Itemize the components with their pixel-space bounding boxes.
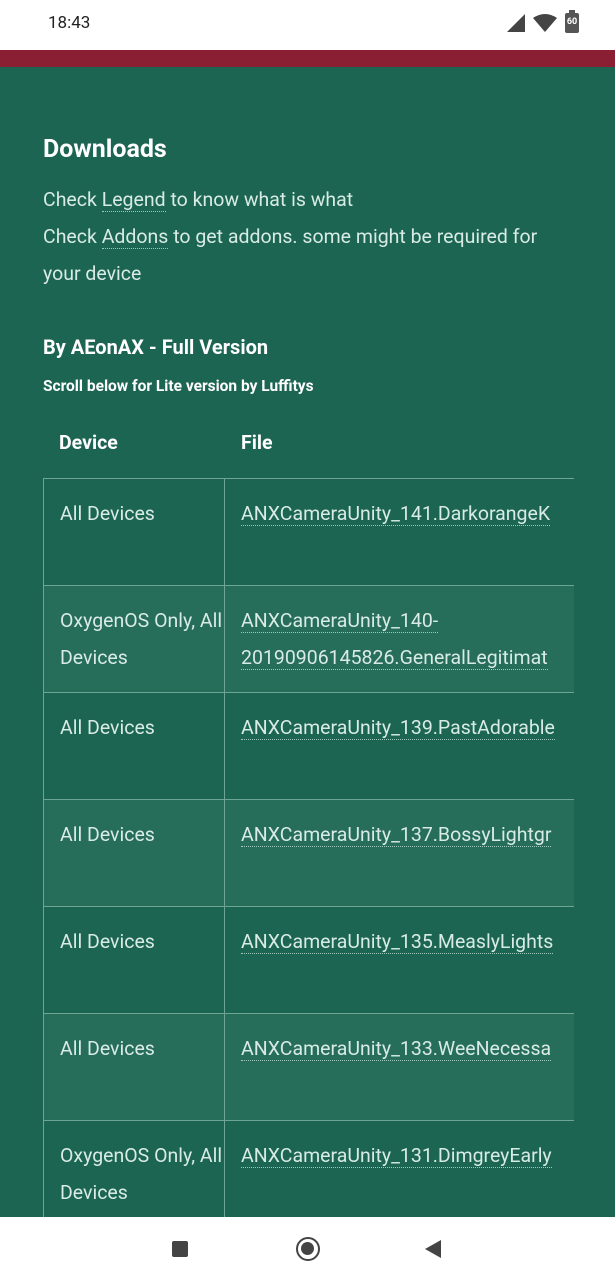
file-link[interactable]: ANXCameraUnity_131.DimgreyEarly: [241, 1144, 552, 1168]
downloads-heading: Downloads: [43, 135, 167, 164]
status-time: 18:43: [48, 13, 91, 33]
table-row: OxygenOS Only, All Devices ANXCameraUnit…: [43, 585, 574, 693]
device-cell: All Devices: [43, 479, 225, 586]
file-link[interactable]: ANXCameraUnity_140-: [241, 609, 439, 633]
intro-addons-pre: Check: [43, 225, 102, 248]
table-row: OxygenOS Only, All Devices ANXCameraUnit…: [43, 1120, 574, 1217]
table-row: All Devices ANXCameraUnity_137.BossyLigh…: [43, 799, 574, 907]
device-cell: All Devices: [43, 907, 225, 1014]
file-link[interactable]: ANXCameraUnity_139.PastAdorable: [241, 716, 555, 740]
file-cell: ANXCameraUnity_133.WeeNecessa: [225, 1014, 574, 1121]
intro-text: Check Legend to know what is what Check …: [43, 181, 573, 292]
recents-square-icon[interactable]: [172, 1241, 188, 1257]
file-cell: ANXCameraUnity_140- 20190906145826.Gener…: [225, 586, 574, 693]
device-cell: All Devices: [43, 800, 225, 907]
table-row: All Devices ANXCameraUnity_141.Darkorang…: [43, 478, 574, 586]
file-link[interactable]: ANXCameraUnity_135.MeaslyLights: [241, 930, 554, 954]
intro-legend-post: to know what is what: [165, 188, 354, 211]
file-cell: ANXCameraUnity_131.DimgreyEarly: [225, 1121, 574, 1217]
file-link[interactable]: ANXCameraUnity_133.WeeNecessa: [241, 1037, 552, 1061]
battery-icon: 60: [565, 10, 579, 33]
status-icons: 60: [507, 10, 579, 34]
intro-line-addons: Check Addons to get addons. some might b…: [43, 218, 573, 292]
device-cell: All Devices: [43, 1014, 225, 1121]
device-cell: All Devices: [43, 693, 225, 800]
navigation-bar: [0, 1217, 615, 1280]
site-header-bar: [0, 50, 615, 67]
section-title: By AEonAX - Full Version: [43, 335, 269, 359]
status-bar: 18:43 60: [0, 0, 615, 50]
home-circle-icon[interactable]: [296, 1237, 320, 1261]
intro-line-legend: Check Legend to know what is what: [43, 181, 573, 218]
header-file: File: [241, 431, 273, 454]
file-link[interactable]: ANXCameraUnity_137.BossyLightgr: [241, 823, 552, 847]
downloads-table[interactable]: Device File All Devices ANXCameraUnity_1…: [43, 415, 574, 1217]
table-header: Device File: [43, 415, 574, 478]
table-row: All Devices ANXCameraUnity_139.PastAdora…: [43, 692, 574, 800]
file-cell: ANXCameraUnity_137.BossyLightgr: [225, 800, 574, 907]
table-row: All Devices ANXCameraUnity_135.MeaslyLig…: [43, 906, 574, 1014]
cell-signal-icon: [507, 14, 525, 32]
header-device: Device: [59, 431, 118, 454]
intro-legend-pre: Check: [43, 188, 102, 211]
file-cell: ANXCameraUnity_139.PastAdorable: [225, 693, 574, 800]
addons-link[interactable]: Addons: [101, 225, 169, 249]
file-cell: ANXCameraUnity_141.DarkorangeK: [225, 479, 574, 586]
file-link[interactable]: ANXCameraUnity_141.DarkorangeK: [241, 502, 551, 526]
back-triangle-icon[interactable]: [425, 1240, 441, 1258]
device-cell: OxygenOS Only, All Devices: [43, 586, 225, 693]
legend-link[interactable]: Legend: [101, 188, 166, 212]
wifi-icon: [533, 14, 557, 32]
page-content: Downloads Check Legend to know what is w…: [0, 67, 615, 1217]
file-cell: ANXCameraUnity_135.MeaslyLights: [225, 907, 574, 1014]
device-cell: OxygenOS Only, All Devices: [43, 1121, 225, 1217]
file-link-continued[interactable]: 20190906145826.GeneralLegitimat: [241, 646, 548, 670]
scroll-note: Scroll below for Lite version by Luffity…: [43, 377, 314, 395]
battery-level: 60: [566, 17, 578, 27]
table-row: All Devices ANXCameraUnity_133.WeeNecess…: [43, 1013, 574, 1121]
